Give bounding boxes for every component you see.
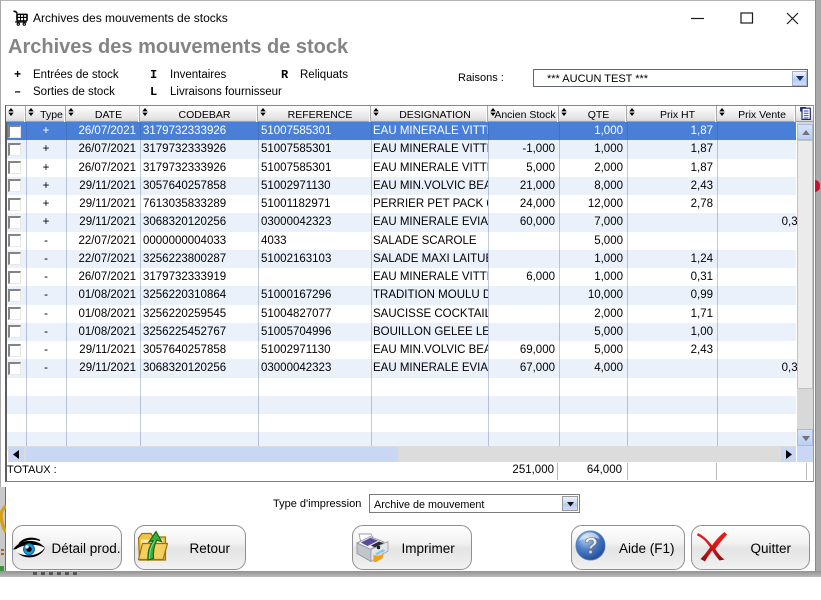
svg-text:?: ? (584, 533, 598, 559)
